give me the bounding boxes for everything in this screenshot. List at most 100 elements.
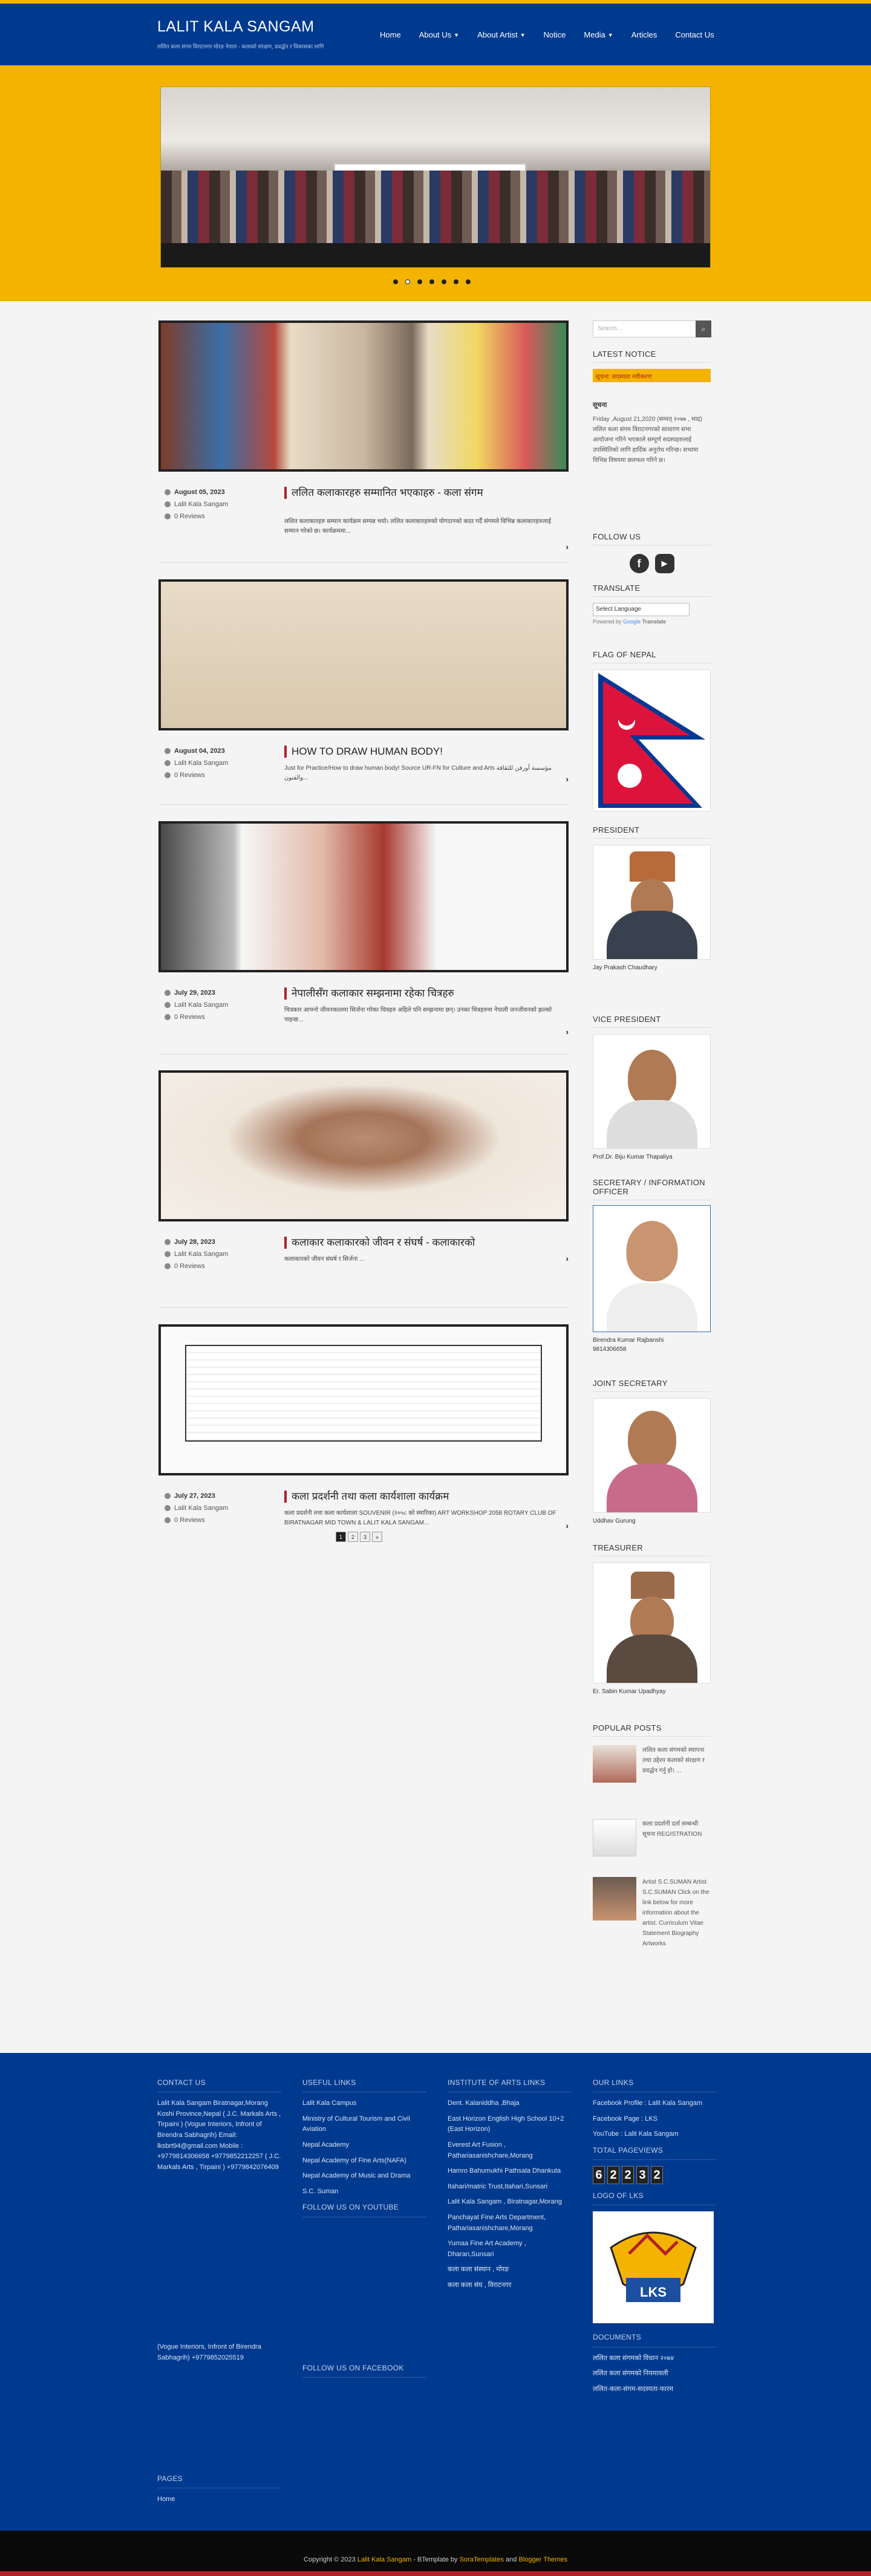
footer-link[interactable]: Ministry of Cultural Tourism and Civil A… xyxy=(302,2114,426,2135)
comment-icon xyxy=(165,1263,171,1269)
post-thumbnail[interactable] xyxy=(158,821,569,972)
post-thumbnail[interactable] xyxy=(158,1070,569,1221)
copyright-prefix: Copyright © 2023 xyxy=(304,2556,356,2563)
clock-icon xyxy=(165,1493,171,1499)
footer-link[interactable]: Nepal Academy xyxy=(302,2140,426,2151)
post-meta: July 28, 2023 Lalit Kala Sangam 0 Review… xyxy=(165,1238,228,1275)
post-reviews[interactable]: 0 Reviews xyxy=(165,1517,228,1524)
post-author[interactable]: Lalit Kala Sangam xyxy=(165,1001,228,1009)
site-description: ललित कला संगम विराटनगर मोरङ नेपाल - कलाक… xyxy=(157,44,324,50)
logo-text: LKS xyxy=(640,2285,667,2300)
slider-dot[interactable] xyxy=(417,279,422,284)
read-more-icon[interactable]: › xyxy=(566,1027,569,1036)
footer-link[interactable]: S.C. Suman xyxy=(302,2187,426,2197)
post-title[interactable]: HOW TO DRAW HUMAN BODY! xyxy=(284,746,563,758)
post-title[interactable]: ललित कलाकारहरु सम्मानित भएकाहरु - कला सं… xyxy=(284,487,563,499)
nav-articles[interactable]: Articles xyxy=(631,30,657,39)
slider-dot[interactable] xyxy=(429,279,434,284)
read-more-icon[interactable]: › xyxy=(566,774,569,784)
post-reviews[interactable]: 0 Reviews xyxy=(165,513,228,520)
post-author[interactable]: Lalit Kala Sangam xyxy=(165,1504,228,1512)
secretary-name-text: Birendra Kumar Rajbanshi xyxy=(593,1337,664,1344)
post-title[interactable]: नेपालीसँग कलाकार सम्झनामा रहेका चित्रहरु xyxy=(284,987,563,1000)
footer-link[interactable]: Hamro Bahumukhi Pathsala Dhankuta xyxy=(448,2166,572,2177)
footer-link[interactable]: कला कला संस्थान , मोरङ xyxy=(448,2265,572,2275)
post-meta: August 04, 2023 Lalit Kala Sangam 0 Revi… xyxy=(165,747,228,784)
post-reviews[interactable]: 0 Reviews xyxy=(165,1013,228,1021)
post-reviews[interactable]: 0 Reviews xyxy=(165,772,228,779)
footer-link[interactable]: Yumaa Fine Art Academy , Dharan,Sunsari xyxy=(448,2239,572,2260)
footer-link[interactable]: कला कला संघ , विराटनगर xyxy=(448,2280,572,2291)
slider-dot[interactable] xyxy=(466,279,471,284)
nav-contact[interactable]: Contact Us xyxy=(675,30,714,39)
search-input[interactable]: Search... xyxy=(593,320,697,337)
nav-notice[interactable]: Notice xyxy=(544,30,566,39)
footer-link[interactable]: Nepal Academy of Music and Drama xyxy=(302,2171,426,2182)
footer-link[interactable]: Facebook Profile : Lalit Kala Sangam xyxy=(593,2098,717,2109)
slider-dot[interactable] xyxy=(454,279,458,284)
bottom-red-stripe xyxy=(0,2571,871,2576)
nav-about-us[interactable]: About Us ▼ xyxy=(419,30,459,39)
page-next[interactable]: » xyxy=(372,1532,382,1542)
latest-notice-widget: LATEST NOTICE सूचना: सदस्यता नवीकरण सूचन… xyxy=(593,350,711,466)
site-header: LALIT KALA SANGAM ललित कला संगम विराटनगर… xyxy=(0,4,871,65)
post-reviews[interactable]: 0 Reviews xyxy=(165,1263,228,1270)
popular-post[interactable]: ललित कला संगमको स्थापना तथा उद्देश्य कला… xyxy=(593,1745,711,1783)
footer-link[interactable]: YouTube : Lalit Kala Sangam xyxy=(593,2129,717,2140)
nav-home[interactable]: Home xyxy=(380,30,401,39)
blogger-themes-link[interactable]: Blogger Themes xyxy=(518,2556,567,2563)
slider-dot-active[interactable] xyxy=(405,279,410,284)
nav-about-artist[interactable]: About Artist ▼ xyxy=(477,30,525,39)
post-author[interactable]: Lalit Kala Sangam xyxy=(165,1251,228,1258)
footer-link[interactable]: East Horizon English High School 10+2 (E… xyxy=(448,2114,572,2135)
read-more-icon[interactable]: › xyxy=(566,542,569,551)
post-thumbnail[interactable] xyxy=(158,579,569,730)
language-select[interactable]: Select Language xyxy=(593,603,690,616)
page-1[interactable]: 1 xyxy=(336,1532,346,1542)
post-author[interactable]: Lalit Kala Sangam xyxy=(165,501,228,508)
copyright-site-link[interactable]: Lalit Kala Sangam xyxy=(357,2556,411,2563)
user-icon xyxy=(165,1251,171,1257)
translate-link[interactable]: Translate xyxy=(642,619,667,625)
clock-icon xyxy=(165,1239,171,1245)
slider-dot[interactable] xyxy=(442,279,446,284)
doc-link[interactable]: ललित कला संगमको विधान २०७४ xyxy=(593,2353,717,2364)
vice-president-widget: VICE PRESIDENT Prof.Dr. Biju Kumar Thapa… xyxy=(593,1015,711,1162)
doc-link[interactable]: ललित-कला-संगम-सदस्यता-फारम xyxy=(593,2384,717,2395)
nav-media[interactable]: Media ▼ xyxy=(584,30,613,39)
footer-link[interactable]: Everest Art Fusion , Pathariasanishchare… xyxy=(448,2140,572,2161)
footer-link[interactable]: Nepal Academy of Fine Arts(NAFA) xyxy=(302,2156,426,2167)
popular-post[interactable]: Artist S.C.SUMAN Artist S.C.SUMAN Click … xyxy=(593,1877,711,1949)
post-date: July 27, 2023 xyxy=(165,1492,228,1500)
popular-post[interactable]: कला प्रदर्शनी दर्ता सम्बन्धी सूचना REGIS… xyxy=(593,1819,711,1856)
sora-templates-link[interactable]: SoraTemplates xyxy=(460,2556,504,2563)
search-icon[interactable]: ⌕ xyxy=(696,320,711,337)
footer-link[interactable]: Itahari/matric Trust,Itahari,Sunsari xyxy=(448,2182,572,2193)
page-2[interactable]: 2 xyxy=(348,1532,358,1542)
vice-president-photo xyxy=(593,1034,711,1149)
youtube-icon[interactable]: ▶ xyxy=(654,554,674,573)
footer-link[interactable]: Lalit Kala Sangam , Biratnagar,Morang xyxy=(448,2197,572,2208)
footer-link[interactable]: Lalit Kala Campus xyxy=(302,2098,426,2109)
page-3[interactable]: 3 xyxy=(360,1532,370,1542)
footer-link[interactable]: Panchayat Fine Arts Department, Patharia… xyxy=(448,2213,572,2234)
post-thumbnail[interactable] xyxy=(158,320,569,472)
read-more-icon[interactable]: › xyxy=(566,1254,569,1263)
site-title[interactable]: LALIT KALA SANGAM xyxy=(157,18,315,36)
doc-link[interactable]: ललित कला संगमको नियमावली xyxy=(593,2369,717,2379)
post-thumbnail[interactable] xyxy=(158,1324,569,1475)
read-more-icon[interactable]: › xyxy=(566,1521,569,1530)
post-title[interactable]: कलाकार कलाकारको जीवन र संघर्ष - कलाकारको xyxy=(284,1237,563,1249)
footer-link[interactable]: Home xyxy=(157,2494,281,2505)
facebook-icon[interactable]: f xyxy=(629,554,649,573)
post-divider xyxy=(158,1054,569,1055)
date-text: July 28, 2023 xyxy=(174,1238,215,1246)
post-author[interactable]: Lalit Kala Sangam xyxy=(165,759,228,767)
image-slider[interactable] xyxy=(160,86,711,268)
footer-link[interactable]: Dent. Kalaniddha ,Bhaja xyxy=(448,2098,572,2109)
post-title[interactable]: कला प्रदर्शनी तथा कला कार्यशाला कार्यक्र… xyxy=(284,1491,563,1503)
copyright-bar: Copyright © 2023 Lalit Kala Sangam - BTe… xyxy=(0,2531,871,2576)
slider-dot[interactable] xyxy=(393,279,398,284)
footer-link[interactable]: Facebook Page : LKS xyxy=(593,2114,717,2125)
notice-ticker[interactable]: सूचना: सदस्यता नवीकरण xyxy=(593,369,711,382)
